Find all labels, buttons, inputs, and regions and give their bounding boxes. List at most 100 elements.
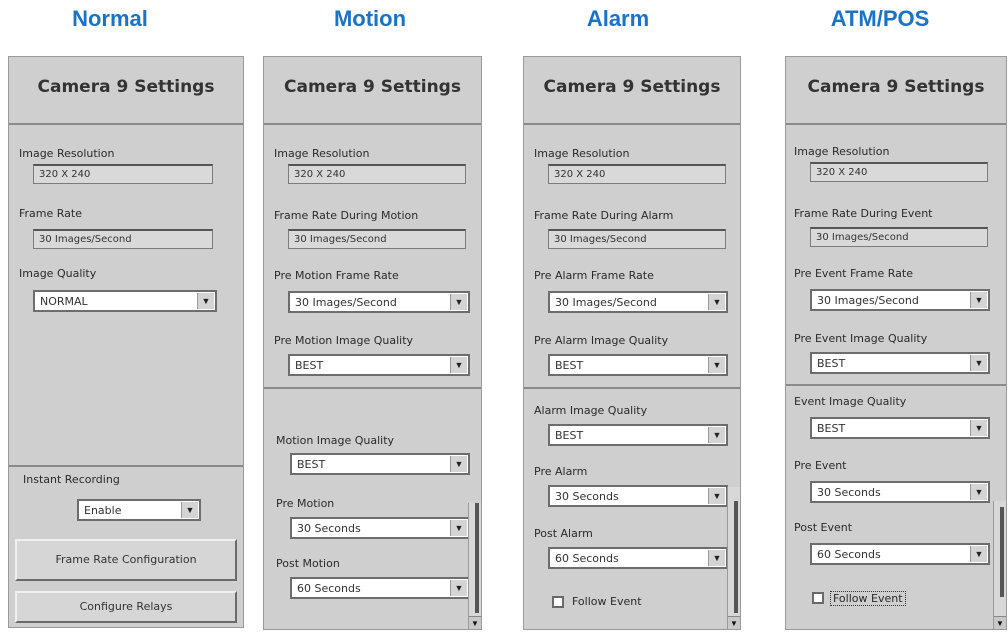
dropdown-value: 60 Seconds bbox=[297, 582, 361, 595]
pre-event-dropdown[interactable]: 30 Seconds ▼ bbox=[810, 481, 990, 503]
dropdown-value: 60 Seconds bbox=[817, 548, 881, 561]
pre-motion-image-quality-dropdown[interactable]: BEST ▼ bbox=[288, 354, 470, 376]
scroll-down-icon[interactable]: ▼ bbox=[728, 616, 740, 629]
post-alarm-label: Post Alarm bbox=[534, 527, 593, 540]
dropdown-value: BEST bbox=[297, 458, 326, 471]
dropdown-value: 30 Images/Second bbox=[817, 294, 919, 307]
frame-rate-label: Frame Rate bbox=[19, 207, 82, 220]
panel-title: Camera 9 Settings bbox=[37, 77, 215, 97]
camera-settings-panel-alarm: Camera 9 Settings Image Resolution 320 X… bbox=[523, 56, 741, 630]
post-motion-label: Post Motion bbox=[276, 557, 340, 570]
image-resolution-field: 320 X 240 bbox=[548, 164, 726, 184]
chevron-down-icon[interactable]: ▼ bbox=[450, 580, 467, 596]
post-event-label: Post Event bbox=[794, 521, 853, 534]
chevron-down-icon[interactable]: ▼ bbox=[197, 293, 214, 309]
chevron-down-icon[interactable]: ▼ bbox=[181, 502, 198, 518]
chevron-down-icon[interactable]: ▼ bbox=[450, 357, 467, 373]
dropdown-value: BEST bbox=[817, 422, 846, 435]
dropdown-value: BEST bbox=[555, 359, 584, 372]
chevron-down-icon[interactable]: ▼ bbox=[450, 520, 467, 536]
camera-settings-panel-normal: Camera 9 Settings Image Resolution 320 X… bbox=[8, 56, 244, 628]
follow-event-checkbox[interactable] bbox=[812, 592, 824, 604]
dropdown-value: Enable bbox=[84, 504, 122, 517]
column-title-normal: Normal bbox=[72, 6, 148, 31]
image-quality-dropdown[interactable]: NORMAL ▼ bbox=[33, 290, 217, 312]
dropdown-value: BEST bbox=[817, 357, 846, 370]
post-event-dropdown[interactable]: 60 Seconds ▼ bbox=[810, 543, 990, 565]
camera-settings-panel-motion: Camera 9 Settings Image Resolution 320 X… bbox=[263, 56, 482, 630]
post-alarm-dropdown[interactable]: 60 Seconds ▼ bbox=[548, 547, 728, 569]
pre-quality-label: Pre Motion Image Quality bbox=[274, 334, 414, 347]
pre-frame-rate-label: Pre Motion Frame Rate bbox=[274, 269, 399, 282]
column-title-alarm: Alarm bbox=[586, 6, 650, 31]
dropdown-value: 30 Seconds bbox=[817, 486, 881, 499]
instant-recording-label: Instant Recording bbox=[23, 473, 120, 486]
frame-rate-field: 30 Images/Second bbox=[810, 227, 988, 247]
quality-label: Motion Image Quality bbox=[276, 434, 395, 447]
pre-alarm-dropdown[interactable]: 30 Seconds ▼ bbox=[548, 485, 728, 507]
pre-quality-label: Pre Event Image Quality bbox=[794, 332, 928, 345]
chevron-down-icon[interactable]: ▼ bbox=[970, 420, 987, 436]
image-resolution-field: 320 X 240 bbox=[810, 162, 988, 182]
pre-alarm-frame-rate-dropdown[interactable]: 30 Images/Second ▼ bbox=[548, 291, 728, 313]
dropdown-value: BEST bbox=[295, 359, 324, 372]
pre-alarm-image-quality-dropdown[interactable]: BEST ▼ bbox=[548, 354, 728, 376]
scrollbar[interactable]: ▼ bbox=[993, 501, 1006, 629]
chevron-down-icon[interactable]: ▼ bbox=[970, 355, 987, 371]
image-resolution-label: Image Resolution bbox=[794, 145, 890, 158]
panel-title: Camera 9 Settings bbox=[543, 77, 721, 97]
follow-event-label: Follow Event bbox=[572, 595, 642, 608]
dropdown-value: BEST bbox=[555, 429, 584, 442]
panel-header: Camera 9 Settings bbox=[524, 57, 740, 125]
frame-rate-field: 30 Images/Second bbox=[33, 229, 213, 249]
camera-settings-panel-atm-pos: Camera 9 Settings Image Resolution 320 X… bbox=[785, 56, 1007, 630]
chevron-down-icon[interactable]: ▼ bbox=[708, 488, 725, 504]
pre-event-label: Pre Event bbox=[794, 459, 847, 472]
quality-label: Event Image Quality bbox=[794, 395, 907, 408]
chevron-down-icon[interactable]: ▼ bbox=[970, 484, 987, 500]
quality-label: Alarm Image Quality bbox=[534, 404, 648, 417]
post-motion-dropdown[interactable]: 60 Seconds ▼ bbox=[290, 577, 470, 599]
scroll-down-icon[interactable]: ▼ bbox=[469, 616, 481, 629]
column-title-atm-pos: ATM/POS bbox=[830, 6, 930, 31]
image-resolution-label: Image Resolution bbox=[274, 147, 370, 160]
pre-motion-frame-rate-dropdown[interactable]: 30 Images/Second ▼ bbox=[288, 291, 470, 313]
panel-header: Camera 9 Settings bbox=[786, 57, 1006, 125]
section-divider bbox=[786, 384, 1006, 386]
frame-rate-field: 30 Images/Second bbox=[288, 229, 466, 249]
pre-motion-label: Pre Motion bbox=[276, 497, 335, 510]
chevron-down-icon[interactable]: ▼ bbox=[450, 456, 467, 472]
scrollbar-thumb[interactable] bbox=[734, 501, 738, 613]
motion-image-quality-dropdown[interactable]: BEST ▼ bbox=[290, 453, 470, 475]
chevron-down-icon[interactable]: ▼ bbox=[708, 294, 725, 310]
pre-alarm-label: Pre Alarm bbox=[534, 465, 588, 478]
scrollbar-thumb[interactable] bbox=[475, 503, 479, 613]
scrollbar[interactable]: ▼ bbox=[468, 503, 481, 629]
dropdown-value: 60 Seconds bbox=[555, 552, 619, 565]
pre-motion-dropdown[interactable]: 30 Seconds ▼ bbox=[290, 517, 470, 539]
instant-recording-dropdown[interactable]: Enable ▼ bbox=[77, 499, 201, 521]
dropdown-value: 30 Images/Second bbox=[295, 296, 397, 309]
frame-rate-configuration-button[interactable]: Frame Rate Configuration bbox=[15, 539, 237, 581]
configure-relays-button[interactable]: Configure Relays bbox=[15, 591, 237, 623]
scroll-down-icon[interactable]: ▼ bbox=[994, 616, 1006, 629]
pre-frame-rate-label: Pre Alarm Frame Rate bbox=[534, 269, 654, 282]
dropdown-value: 30 Seconds bbox=[555, 490, 619, 503]
follow-event-checkbox[interactable] bbox=[552, 596, 564, 608]
chevron-down-icon[interactable]: ▼ bbox=[708, 357, 725, 373]
event-image-quality-dropdown[interactable]: BEST ▼ bbox=[810, 417, 990, 439]
scrollbar[interactable]: ▼ bbox=[727, 487, 740, 629]
pre-quality-label: Pre Alarm Image Quality bbox=[534, 334, 669, 347]
pre-event-image-quality-dropdown[interactable]: BEST ▼ bbox=[810, 352, 990, 374]
chevron-down-icon[interactable]: ▼ bbox=[708, 550, 725, 566]
chevron-down-icon[interactable]: ▼ bbox=[708, 427, 725, 443]
dropdown-value: 30 Seconds bbox=[297, 522, 361, 535]
scrollbar-thumb[interactable] bbox=[1000, 507, 1004, 597]
alarm-image-quality-dropdown[interactable]: BEST ▼ bbox=[548, 424, 728, 446]
frame-rate-field: 30 Images/Second bbox=[548, 229, 726, 249]
chevron-down-icon[interactable]: ▼ bbox=[970, 546, 987, 562]
column-title-motion: Motion bbox=[333, 6, 407, 31]
pre-event-frame-rate-dropdown[interactable]: 30 Images/Second ▼ bbox=[810, 289, 990, 311]
chevron-down-icon[interactable]: ▼ bbox=[970, 292, 987, 308]
chevron-down-icon[interactable]: ▼ bbox=[450, 294, 467, 310]
